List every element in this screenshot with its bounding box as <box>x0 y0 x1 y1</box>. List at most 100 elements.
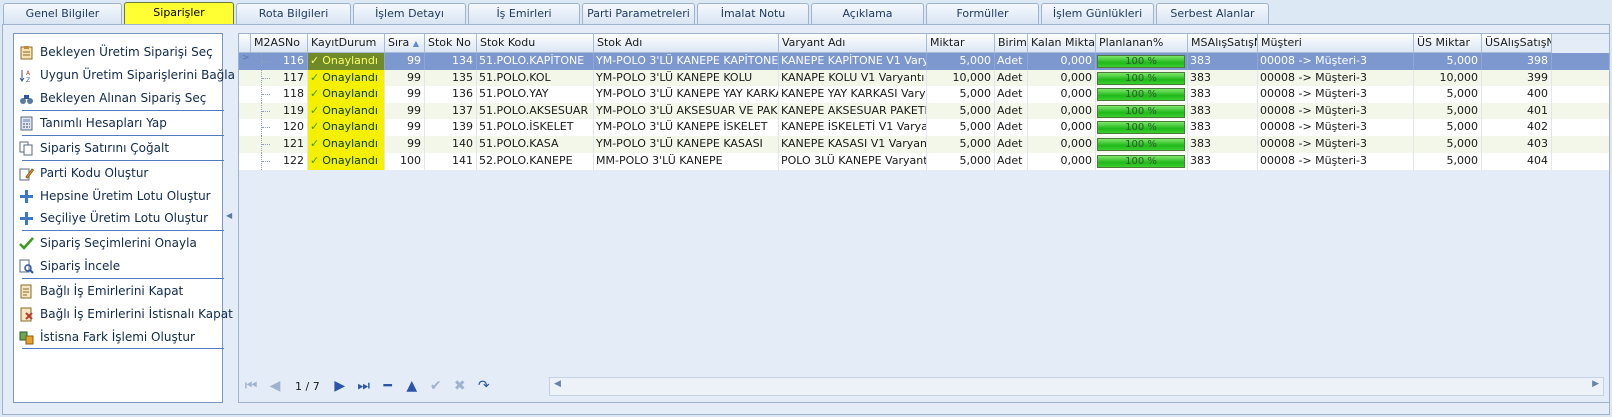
splitter-collapse-icon[interactable]: ◀ <box>226 211 232 220</box>
prev-page-icon[interactable]: ◀ <box>263 376 287 396</box>
cell-stok-adi[interactable]: YM-POLO 3'LÜ KANEPE KAPİTONE <box>594 53 779 70</box>
col-header-miktar[interactable]: Miktar <box>927 34 995 53</box>
cell-msalissatisno[interactable]: 383 <box>1188 119 1258 137</box>
col-header-stok-kodu[interactable]: Stok Kodu <box>477 34 594 53</box>
cell-usalissatisno[interactable]: 399 <box>1482 69 1552 87</box>
cell-miktar[interactable]: 5,000 <box>927 102 995 120</box>
cell-stok-adi[interactable]: YM-POLO 3'LÜ KANEPE KOLU <box>594 69 779 87</box>
cell-kayitdurum[interactable]: ✓ Onaylandı <box>308 152 385 170</box>
cell-birim[interactable]: Adet <box>995 86 1028 104</box>
action-bekleyen-alinan-siparis-sec[interactable]: Bekleyen Alınan Sipariş Seç <box>18 88 218 108</box>
table-row[interactable]: 119 ✓ Onaylandı 99 137 51.POLO.AKSESUAR YM-POL… <box>239 102 1609 120</box>
cell-stok-no[interactable]: 139 <box>425 119 477 137</box>
first-page-icon[interactable]: ⏮ <box>239 376 263 396</box>
cell-msalissatisno[interactable]: 383 <box>1188 86 1258 104</box>
cell-m2asno[interactable]: 120 <box>251 119 308 137</box>
cell-us-miktar[interactable]: 5,000 <box>1414 136 1482 153</box>
scroll-left-icon[interactable]: ◀ <box>554 379 561 389</box>
cell-m2asno[interactable]: 118 <box>251 86 308 104</box>
col-header-kayitdurum[interactable]: KayıtDurum <box>308 34 385 53</box>
col-header-m2asno[interactable]: M2ASNo <box>251 34 308 53</box>
cancel-edit-icon[interactable]: ✖ <box>448 376 472 396</box>
cell-planlanan[interactable]: 100 % <box>1096 119 1188 137</box>
action-tanimli-hesaplari-yap[interactable]: Tanımlı Hesapları Yap <box>18 113 218 133</box>
cell-stok-kodu[interactable]: 51.POLO.KASA <box>477 136 594 153</box>
cell-musteri[interactable]: 00008 -> Müşteri-3 <box>1258 102 1414 120</box>
delete-record-icon[interactable]: ━ <box>376 376 400 396</box>
cell-kayitdurum[interactable]: ✓ Onaylandı <box>308 69 385 87</box>
cell-us-miktar[interactable]: 5,000 <box>1414 102 1482 120</box>
cell-birim[interactable]: Adet <box>995 69 1028 87</box>
action-uygun-uretim-siparislerini-bagla[interactable]: AZ Uygun Üretim Siparişlerini Bağla <box>18 65 235 85</box>
cell-varyant-adi[interactable]: KANAPE KOLU V1 Varyantı <box>779 69 927 87</box>
cell-kayitdurum[interactable]: ✓ Onaylandı <box>308 119 385 137</box>
table-row[interactable]: 121 ✓ Onaylandı 99 140 51.POLO.KASA YM-POLO 3'… <box>239 136 1609 153</box>
cell-us-miktar[interactable]: 5,000 <box>1414 152 1482 170</box>
cell-stok-adi[interactable]: YM-POLO 3'LÜ AKSESUAR VE PAKETLEM <box>594 102 779 120</box>
cell-stok-no[interactable]: 141 <box>425 152 477 170</box>
cell-usalissatisno[interactable]: 404 <box>1482 152 1552 170</box>
cell-musteri[interactable]: 00008 -> Müşteri-3 <box>1258 86 1414 104</box>
cell-kalan-miktar[interactable]: 0,000 <box>1028 119 1096 137</box>
cell-musteri[interactable]: 00008 -> Müşteri-3 <box>1258 53 1414 70</box>
cell-musteri[interactable]: 00008 -> Müşteri-3 <box>1258 152 1414 170</box>
cell-m2asno[interactable]: 121 <box>251 136 308 153</box>
action-parti-kodu-olustur[interactable]: Parti Kodu Oluştur <box>18 163 218 183</box>
cell-sira[interactable]: 100 <box>385 152 425 170</box>
cell-m2asno[interactable]: 116 <box>251 53 308 70</box>
col-header-birim[interactable]: Birim <box>995 34 1028 53</box>
cell-stok-kodu[interactable]: 51.POLO.İSKELET <box>477 119 594 137</box>
cell-us-miktar[interactable]: 5,000 <box>1414 53 1482 70</box>
cell-msalissatisno[interactable]: 383 <box>1188 152 1258 170</box>
cell-sira[interactable]: 99 <box>385 102 425 120</box>
cell-stok-kodu[interactable]: 51.POLO.YAY <box>477 86 594 104</box>
table-row[interactable]: 117 ✓ Onaylandı 99 135 51.POLO.KOL YM-POLO 3'L… <box>239 69 1609 87</box>
cell-us-miktar[interactable]: 5,000 <box>1414 119 1482 137</box>
tab-genel-bilgiler[interactable]: Genel Bilgiler <box>3 3 122 24</box>
cell-birim[interactable]: Adet <box>995 102 1028 120</box>
action-bagli-is-emirlerini-kapat[interactable]: Bağlı İş Emirlerini Kapat <box>18 281 218 301</box>
cell-miktar[interactable]: 5,000 <box>927 53 995 70</box>
cell-musteri[interactable]: 00008 -> Müşteri-3 <box>1258 136 1414 153</box>
cell-varyant-adi[interactable]: POLO 3LÜ KANEPE Varyantı <box>779 152 927 170</box>
cell-varyant-adi[interactable]: KANEPE KAPİTONE V1 Varyantı <box>779 53 927 70</box>
scroll-right-icon[interactable]: ▶ <box>1592 379 1599 389</box>
cell-m2asno[interactable]: 117 <box>251 69 308 87</box>
col-header-stok-no[interactable]: Stok No <box>425 34 477 53</box>
tab-islem-gunlukleri[interactable]: İşlem Günlükleri <box>1041 3 1154 24</box>
action-siparis-secimlerini-onayla[interactable]: Sipariş Seçimlerini Onayla <box>18 233 218 253</box>
cell-kayitdurum[interactable]: ✓ Onaylandı <box>308 136 385 153</box>
table-row[interactable]: 118 ✓ Onaylandı 99 136 51.POLO.YAY YM-POLO 3'L… <box>239 86 1609 104</box>
cell-kalan-miktar[interactable]: 0,000 <box>1028 136 1096 153</box>
cell-kalan-miktar[interactable]: 0,000 <box>1028 152 1096 170</box>
cell-miktar[interactable]: 5,000 <box>927 86 995 104</box>
cell-birim[interactable]: Adet <box>995 53 1028 70</box>
cell-miktar[interactable]: 10,000 <box>927 69 995 87</box>
cell-kayitdurum[interactable]: ✓ Onaylandı <box>308 102 385 120</box>
cell-stok-no[interactable]: 137 <box>425 102 477 120</box>
cell-stok-no[interactable]: 134 <box>425 53 477 70</box>
cell-stok-no[interactable]: 140 <box>425 136 477 153</box>
cell-birim[interactable]: Adet <box>995 152 1028 170</box>
cell-stok-no[interactable]: 135 <box>425 69 477 87</box>
col-header-stok-adi[interactable]: Stok Adı <box>594 34 779 53</box>
cell-varyant-adi[interactable]: KANEPE İSKELETİ V1 Varyantı <box>779 119 927 137</box>
tab-formuller[interactable]: Formüller <box>926 3 1039 24</box>
cell-miktar[interactable]: 5,000 <box>927 119 995 137</box>
col-header-musteri[interactable]: Müşteri <box>1258 34 1414 53</box>
cell-planlanan[interactable]: 100 % <box>1096 136 1188 153</box>
cell-sira[interactable]: 99 <box>385 69 425 87</box>
last-page-icon[interactable]: ⏭ <box>352 376 376 396</box>
tab-rota-bilgileri[interactable]: Rota Bilgileri <box>236 3 351 24</box>
cell-planlanan[interactable]: 100 % <box>1096 102 1188 120</box>
cell-varyant-adi[interactable]: KANEPE YAY KARKASI Varyantı <box>779 86 927 104</box>
cell-msalissatisno[interactable]: 383 <box>1188 136 1258 153</box>
col-header-usalissatisno[interactable]: ÜSAlışSatışNo <box>1482 34 1552 53</box>
col-header-sira[interactable]: Sıra ▲ <box>385 34 425 53</box>
action-seciliye-uretim-lotu-olustur[interactable]: Seçiliye Üretim Lotu Oluştur <box>18 208 218 228</box>
col-header-us-miktar[interactable]: ÜS Miktar <box>1414 34 1482 53</box>
cell-stok-kodu[interactable]: 52.POLO.KANEPE <box>477 152 594 170</box>
col-header-planlanan[interactable]: Planlanan% <box>1096 34 1188 53</box>
cell-stok-kodu[interactable]: 51.POLO.KOL <box>477 69 594 87</box>
cell-planlanan[interactable]: 100 % <box>1096 152 1188 170</box>
